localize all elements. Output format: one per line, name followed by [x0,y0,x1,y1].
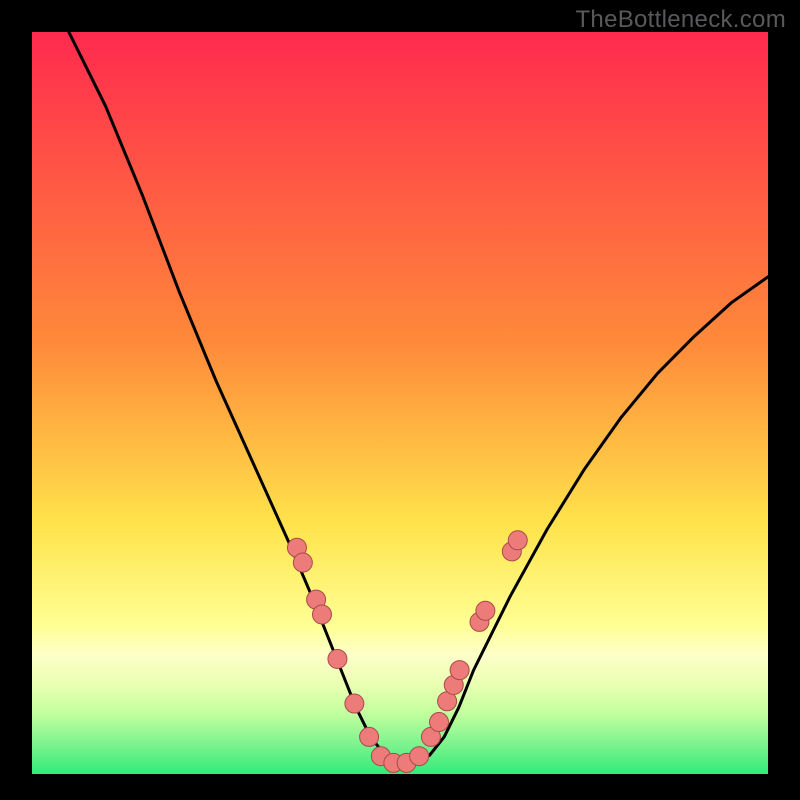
data-marker [312,605,331,624]
data-marker [476,601,495,620]
plot-area [32,32,768,774]
data-marker [430,713,449,732]
data-marker [360,727,379,746]
data-marker [293,553,312,572]
data-marker [328,649,347,668]
chart-container: TheBottleneck.com [0,0,800,800]
data-marker [345,694,364,713]
data-marker [410,747,429,766]
gradient-background [32,32,768,774]
chart-svg [32,32,768,774]
watermark-text: TheBottleneck.com [575,6,786,34]
data-marker [450,661,469,680]
data-marker [508,531,527,550]
